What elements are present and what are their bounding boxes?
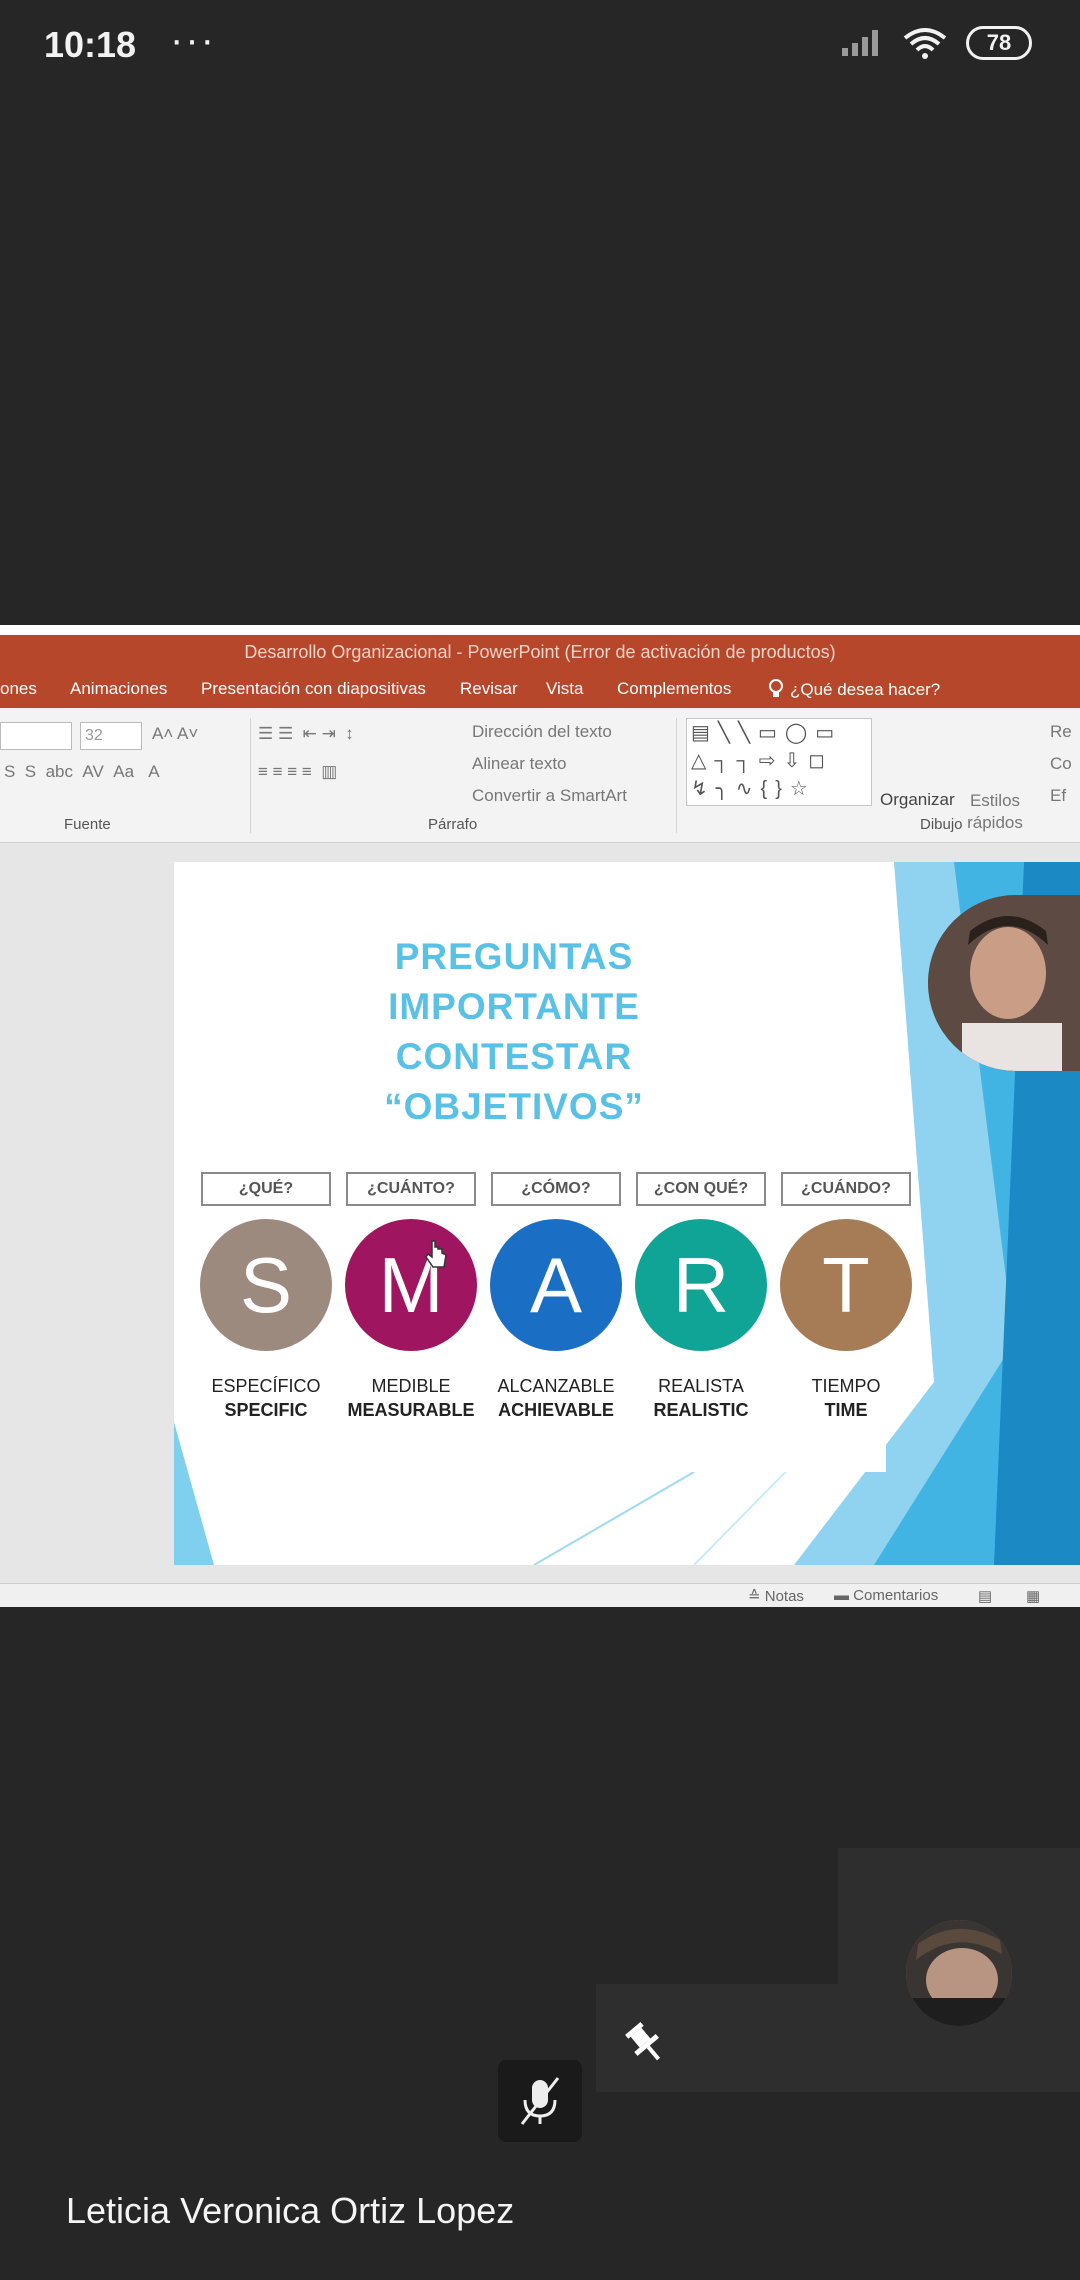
signal-icon	[842, 30, 878, 56]
pin-tile[interactable]	[596, 1984, 838, 2092]
ppt-title: Desarrollo Organizacional - PowerPoint (…	[0, 635, 1080, 670]
tell-me-label: ¿Qué desea hacer?	[790, 680, 941, 699]
question-box: ¿CON QUÉ?	[636, 1172, 766, 1206]
smart-letter-circle: A	[490, 1219, 622, 1351]
align-text-button[interactable]: Alinear texto	[472, 754, 567, 774]
shared-screen: Desarrollo Organizacional - PowerPoint (…	[0, 625, 1080, 1607]
list-icons[interactable]: ☰ ☰ ⇤ ⇥ ↕	[258, 724, 354, 744]
group-label-parrafo: Párrafo	[428, 816, 478, 833]
ppt-ribbon-tabs: ones Animaciones Presentación con diapos…	[0, 670, 1080, 708]
slide-title-line-1: PREGUNTAS	[394, 936, 634, 977]
group-divider	[676, 718, 677, 833]
shape-outline-button[interactable]: Co	[1050, 754, 1072, 774]
mic-off-icon	[520, 2077, 560, 2125]
font-name-box[interactable]	[0, 722, 72, 750]
pin-icon[interactable]	[620, 2018, 670, 2068]
caption-en: TIME	[824, 1400, 868, 1420]
ppt-ribbon: 32 A˄ A˅ S S abc AV Aa A ☰ ☰ ⇤ ⇥ ↕ ≡ ≡ ≡…	[0, 708, 1080, 843]
smart-letter-circle: T	[780, 1219, 912, 1351]
status-bar: 10:18 ··· 78	[0, 0, 1080, 88]
sorter-view-icon[interactable]: ▦	[1026, 1587, 1040, 1605]
grow-font-icon[interactable]: A˄ A˅	[152, 724, 198, 744]
question-box: ¿CUÁNTO?	[346, 1172, 476, 1206]
smart-letter-circle: M	[345, 1219, 477, 1351]
question-box: ¿QUÉ?	[201, 1172, 331, 1206]
caption-es: REALISTA	[658, 1376, 744, 1396]
slide-title-line-2: IMPORTANTE CONTESTAR	[388, 986, 640, 1077]
slide-title: PREGUNTAS IMPORTANTE CONTESTAR “OBJETIVO…	[294, 932, 734, 1132]
ppt-statusbar: ≙ Notas ▬ Comentarios ▤ ▦	[0, 1583, 1080, 1607]
group-label-fuente: Fuente	[64, 816, 111, 833]
caption-es: MEDIBLE	[371, 1376, 451, 1396]
mute-mic-button[interactable]	[498, 2060, 582, 2142]
smart-letter-circle: S	[200, 1219, 332, 1351]
shape-fill-button[interactable]: Re	[1050, 722, 1072, 742]
lightbulb-icon	[769, 679, 783, 697]
caption-es: TIEMPO	[811, 1376, 881, 1396]
font-size-box[interactable]: 32	[80, 722, 142, 750]
battery-indicator: 78	[966, 26, 1032, 60]
caption-en: REALISTIC	[653, 1400, 749, 1420]
more-dots-icon: ···	[170, 18, 216, 62]
question-box: ¿CÓMO?	[491, 1172, 621, 1206]
font-format-icons[interactable]: S S abc AV Aa A	[4, 762, 160, 782]
tab-transiciones[interactable]: ones	[0, 679, 37, 699]
smart-caption: ESPECÍFICO SPECIFIC	[186, 1374, 346, 1422]
text-direction-button[interactable]: Dirección del texto	[472, 722, 612, 742]
status-time: 10:18	[44, 24, 137, 65]
shapes-gallery[interactable]: ▤╲╲▭◯▭ △┐┐⇨⇩◻ ↯╮∿{}☆	[686, 718, 872, 806]
caption-es: ESPECÍFICO	[211, 1376, 321, 1396]
tell-me-search[interactable]: ¿Qué desea hacer?	[768, 679, 940, 700]
participant-name: Leticia Veronica Ortiz Lopez	[66, 2190, 515, 2231]
tab-animaciones[interactable]: Animaciones	[70, 679, 167, 699]
caption-en: ACHIEVABLE	[498, 1400, 614, 1420]
group-divider	[250, 718, 251, 833]
smartart-button[interactable]: Convertir a SmartArt	[472, 786, 627, 806]
comments-button[interactable]: ▬ Comentarios	[834, 1587, 938, 1604]
notes-button[interactable]: ≙ Notas	[748, 1587, 804, 1605]
align-icons[interactable]: ≡ ≡ ≡ ≡ ▥	[258, 762, 337, 782]
group-label-dibujo: Dibujo	[920, 816, 963, 833]
quick-styles-button[interactable]: Estilos rápidos	[960, 790, 1030, 834]
status-icons: 78	[840, 26, 1032, 60]
smart-caption: MEDIBLE MEASURABLE	[331, 1374, 491, 1422]
caption-en: MEASURABLE	[347, 1400, 475, 1420]
hand-cursor-icon	[425, 1240, 447, 1268]
tab-complementos[interactable]: Complementos	[617, 679, 731, 699]
self-view-tile[interactable]	[838, 1848, 1080, 2092]
participant-avatar	[906, 1920, 1012, 2026]
smart-letter-circle: R	[635, 1219, 767, 1351]
caption-en: SPECIFIC	[224, 1400, 308, 1420]
caption-es: ALCANZABLE	[497, 1376, 615, 1396]
tab-revisar[interactable]: Revisar	[460, 679, 518, 699]
meeting-screen: 10:18 ··· 78 Desarrollo Organizacional -…	[0, 0, 1080, 2280]
smart-caption: REALISTA REALISTIC	[621, 1374, 781, 1422]
normal-view-icon[interactable]: ▤	[978, 1587, 992, 1605]
wifi-icon	[903, 28, 947, 59]
smart-caption: TIEMPO TIME	[766, 1374, 926, 1422]
shape-effects-button[interactable]: Ef	[1050, 786, 1066, 806]
question-box: ¿CUÁNDO?	[781, 1172, 911, 1206]
tab-presentacion[interactable]: Presentación con diapositivas	[201, 679, 426, 699]
smart-caption: ALCANZABLE ACHIEVABLE	[476, 1374, 636, 1422]
slide-title-line-3: “OBJETIVOS”	[384, 1086, 644, 1127]
organize-button[interactable]: Organizar	[880, 790, 955, 810]
tab-vista[interactable]: Vista	[546, 679, 584, 699]
